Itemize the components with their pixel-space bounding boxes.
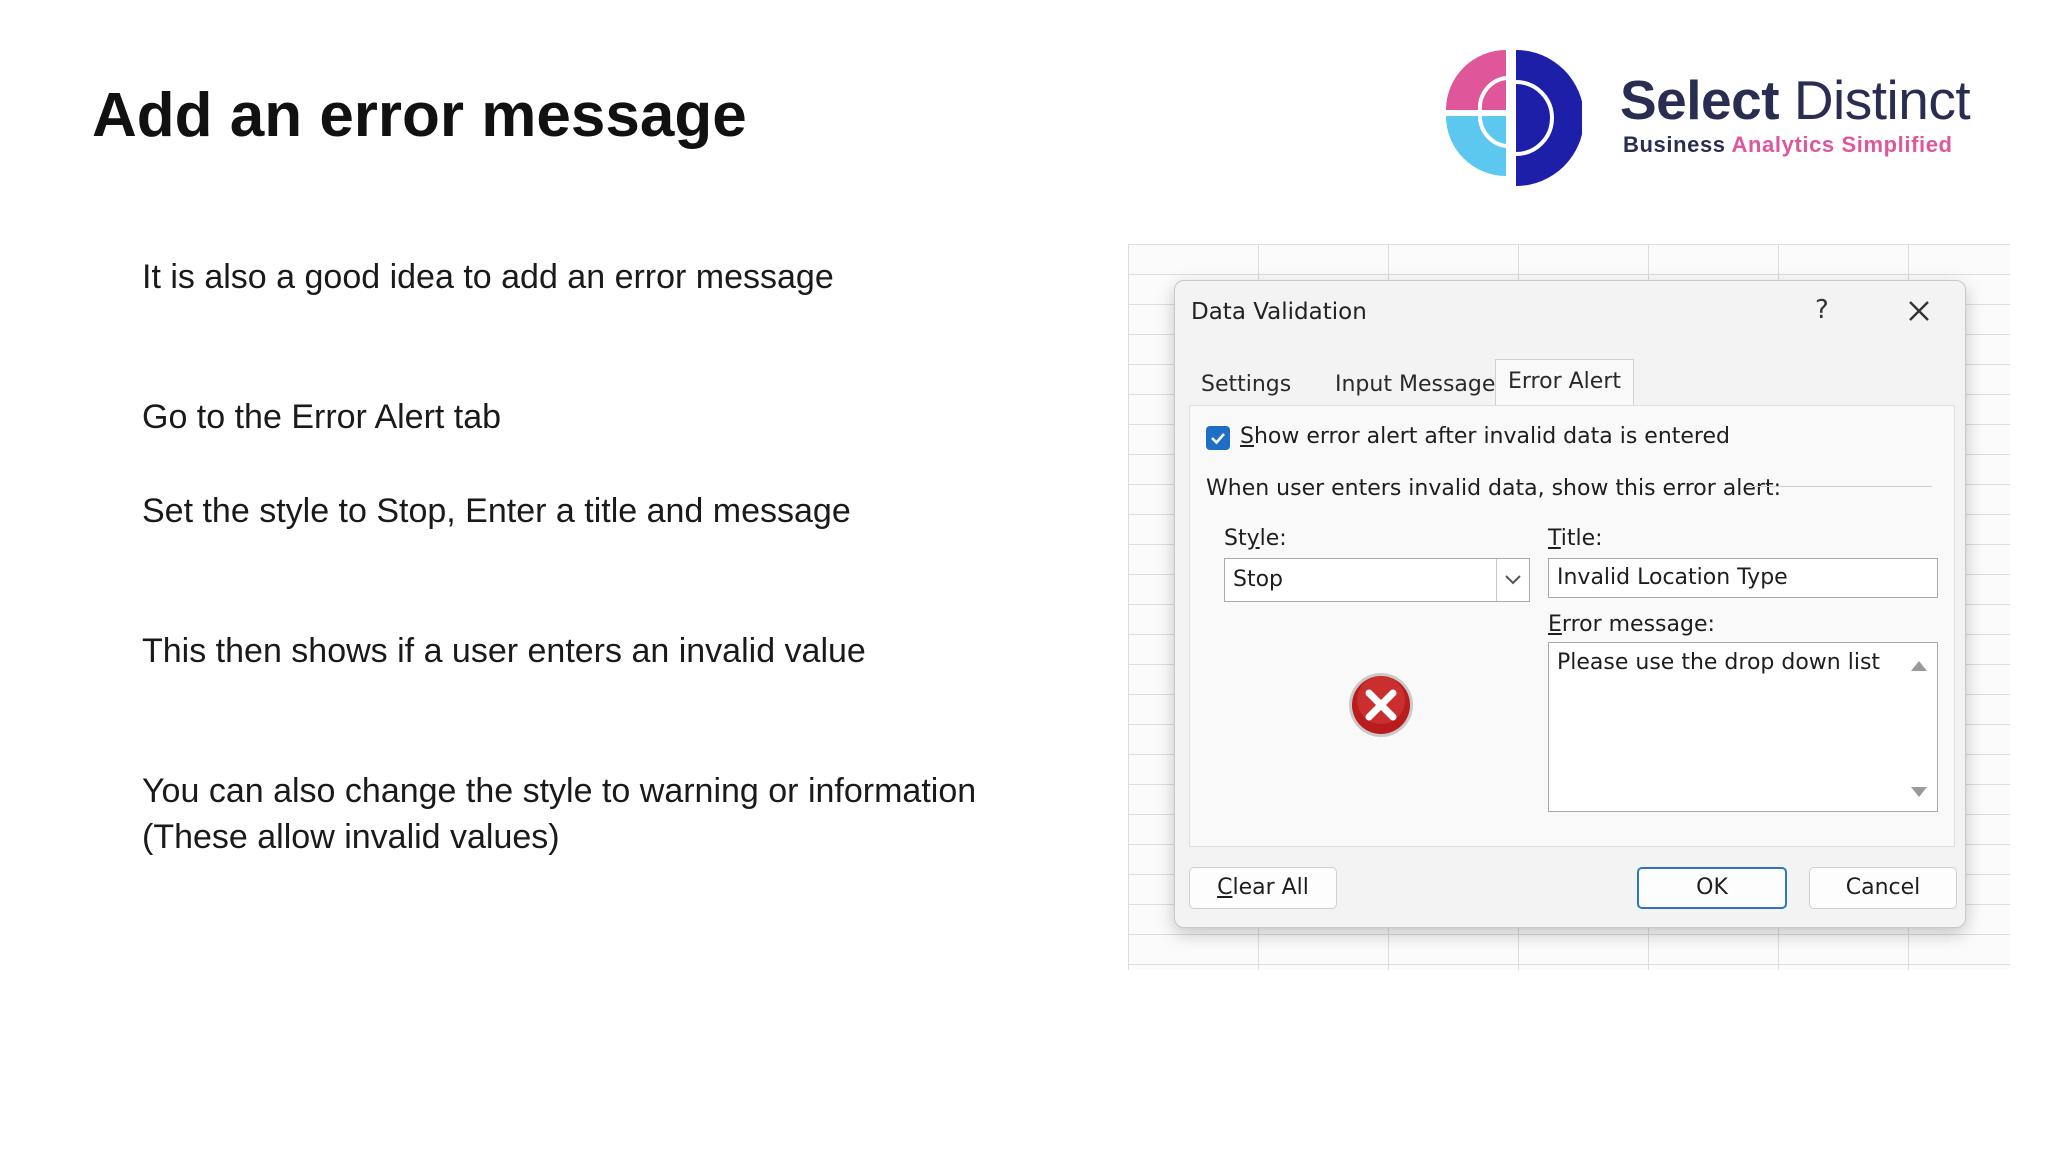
bullet-change-style: You can also change the style to warning… bbox=[142, 772, 977, 810]
cancel-button[interactable]: Cancel bbox=[1809, 867, 1957, 909]
clear-all-button[interactable]: Clear All bbox=[1189, 867, 1337, 909]
tab-settings[interactable]: Settings bbox=[1189, 365, 1303, 405]
select-distinct-logo: Select Distinct Business Analytics Simpl… bbox=[1440, 48, 2010, 188]
logo-mark-icon bbox=[1446, 50, 1582, 186]
bullet-set-style: Set the style to Stop, Enter a title and… bbox=[142, 492, 851, 530]
dialog-title: Data Validation bbox=[1191, 299, 1367, 325]
style-select-value: Stop bbox=[1233, 567, 1284, 592]
section-label: When user enters invalid data, show this… bbox=[1206, 476, 1782, 501]
error-message-value: Please use the drop down list bbox=[1557, 650, 1881, 675]
show-alert-label: Show error alert after invalid data is e… bbox=[1240, 424, 1730, 449]
section-divider bbox=[1746, 486, 1932, 487]
tab-input-message[interactable]: Input Message bbox=[1323, 365, 1507, 405]
scroll-up-arrow[interactable] bbox=[1911, 661, 1927, 671]
show-alert-checkbox[interactable] bbox=[1206, 426, 1230, 450]
slide-title: Add an error message bbox=[92, 81, 747, 150]
bullet-error-message: It is also a good idea to add an error m… bbox=[142, 258, 834, 296]
title-label: Title: bbox=[1548, 526, 1603, 551]
logo-wordmark: Select Distinct bbox=[1620, 69, 1971, 131]
tab-error-alert[interactable]: Error Alert bbox=[1495, 359, 1634, 408]
style-label: Style: bbox=[1224, 526, 1287, 551]
chevron-down-icon bbox=[1505, 575, 1521, 585]
bullet-allow-invalid: (These allow invalid values) bbox=[142, 818, 560, 856]
error-message-label: Error message: bbox=[1548, 612, 1715, 637]
select-dropdown-button[interactable] bbox=[1496, 559, 1529, 601]
error-alert-panel: Show error alert after invalid data is e… bbox=[1189, 405, 1955, 847]
logo-tagline: Business Analytics Simplified bbox=[1623, 132, 1953, 157]
title-input[interactable]: Invalid Location Type bbox=[1548, 558, 1938, 598]
data-validation-dialog: Data Validation ? Settings Input Message… bbox=[1174, 280, 1966, 928]
excel-screenshot: Data Validation ? Settings Input Message… bbox=[1128, 244, 2010, 970]
checkmark-icon bbox=[1211, 433, 1225, 445]
bullet-shows-invalid: This then shows if a user enters an inva… bbox=[142, 632, 866, 670]
help-button[interactable]: ? bbox=[1815, 295, 1829, 325]
style-select[interactable]: Stop bbox=[1224, 558, 1530, 602]
bullet-error-alert-tab: Go to the Error Alert tab bbox=[142, 398, 502, 436]
scroll-down-arrow[interactable] bbox=[1911, 787, 1927, 797]
error-message-textarea[interactable]: Please use the drop down list bbox=[1548, 642, 1938, 812]
error-stop-icon bbox=[1349, 673, 1413, 737]
ok-button[interactable]: OK bbox=[1637, 867, 1787, 909]
close-icon[interactable] bbox=[1903, 295, 1935, 327]
